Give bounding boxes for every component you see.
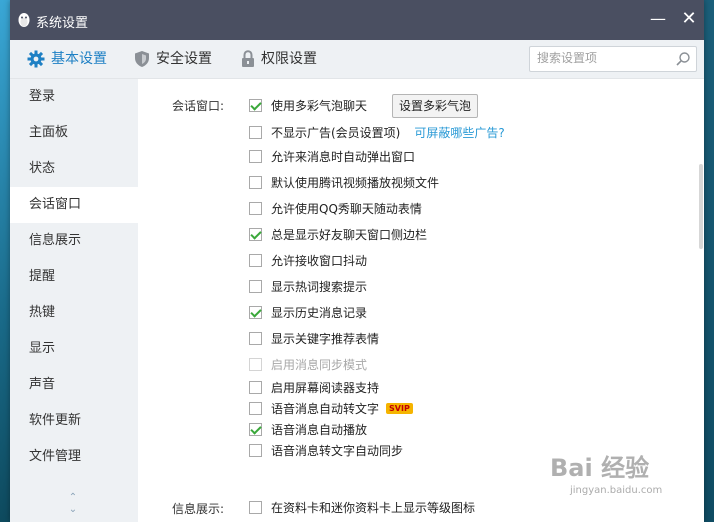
sidebar-item-info-display[interactable]: 信息展示 <box>10 223 138 259</box>
option-row: 使用多彩气泡聊天 <box>249 95 367 115</box>
checkbox[interactable] <box>249 227 262 241</box>
chevron-up-icon[interactable]: ⌃ <box>66 492 80 504</box>
checkbox <box>249 357 262 371</box>
option-label: 显示关键字推荐表情 <box>271 331 380 346</box>
section-label-info-display: 信息展示: <box>172 502 225 516</box>
option-label: 语音消息转文字自动同步 <box>271 443 404 458</box>
sidebar-item-hotkeys[interactable]: 热键 <box>10 295 138 331</box>
option-label: 显示历史消息记录 <box>271 305 368 320</box>
checkbox[interactable] <box>249 125 262 139</box>
sidebar-item-main-panel[interactable]: 主面板 <box>10 115 138 151</box>
option-row: 允许来消息时自动弹出窗口 <box>249 146 415 166</box>
option-label: 默认使用腾讯视频播放视频文件 <box>271 175 440 190</box>
option-label: 显示热词搜索提示 <box>271 279 368 294</box>
option-label: 在资料卡和迷你资料卡上显示等级图标 <box>271 500 476 515</box>
sidebar: 登录 主面板 状态 会话窗口 信息展示 提醒 热键 显示 声音 软件更新 文件管… <box>10 79 138 522</box>
qq-penguin-icon <box>18 13 30 27</box>
option-row: 显示热词搜索提示 <box>249 276 367 296</box>
lock-icon <box>242 50 254 67</box>
tab-label: 基本设置 <box>51 51 107 67</box>
option-label: 不显示广告(会员设置项) <box>271 125 401 140</box>
title-bar: 系统设置 — ✕ <box>10 0 704 40</box>
option-label: 启用消息同步模式 <box>271 357 368 372</box>
option-row: 启用消息同步模式 <box>249 354 367 374</box>
option-label: 语音消息自动播放 <box>271 422 368 437</box>
search-input[interactable] <box>530 47 673 69</box>
close-icon: ✕ <box>681 8 697 29</box>
option-row: 语音消息自动转文字 SVIP <box>249 398 413 418</box>
checkbox[interactable] <box>249 98 262 112</box>
checkbox[interactable] <box>249 253 262 267</box>
svip-badge: SVIP <box>386 402 413 414</box>
section-label-chat-window: 会话窗口: <box>172 99 225 113</box>
option-row: 语音消息自动播放 <box>249 419 367 439</box>
shield-icon <box>135 51 149 67</box>
sidebar-item-login[interactable]: 登录 <box>10 79 138 115</box>
watermark-logo: Bai 经验 <box>550 454 650 482</box>
tab-label: 权限设置 <box>261 51 317 67</box>
desktop-background-right <box>704 0 714 522</box>
blockable-ads-link[interactable]: 可屏蔽哪些广告? <box>414 124 504 141</box>
checkbox[interactable] <box>249 422 262 436</box>
option-label: 语音消息自动转文字 <box>271 401 380 416</box>
checkbox[interactable] <box>249 149 262 163</box>
option-row: 默认使用腾讯视频播放视频文件 <box>249 172 439 192</box>
option-row: 在资料卡和迷你资料卡上显示等级图标 <box>249 497 475 517</box>
option-row: 启用屏幕阅读器支持 <box>249 377 379 397</box>
option-row: 语音消息转文字自动同步 <box>249 440 403 460</box>
checkbox[interactable] <box>249 380 262 394</box>
search-box <box>529 46 697 72</box>
sidebar-scroll-arrows[interactable]: ⌃ ⌄ <box>66 492 80 516</box>
chevron-down-icon[interactable]: ⌄ <box>66 504 80 516</box>
tab-bar: 基本设置 安全设置 权限设置 <box>10 40 704 79</box>
checkbox[interactable] <box>249 175 262 189</box>
option-row: 总是显示好友聊天窗口侧边栏 <box>249 224 427 244</box>
settings-window: 系统设置 — ✕ 基本设置 安全设置 权限设置 搜索设置项 登录 主面板 状态 … <box>10 0 704 522</box>
option-row: 允许接收窗口抖动 <box>249 250 367 270</box>
option-label: 允许使用QQ秀聊天随动表情 <box>271 201 422 216</box>
sidebar-item-file-management[interactable]: 文件管理 <box>10 439 138 475</box>
watermark-url: jingyan.baidu.com <box>570 485 663 496</box>
option-label: 允许接收窗口抖动 <box>271 253 368 268</box>
option-label: 启用屏幕阅读器支持 <box>271 380 380 395</box>
tab-basic-settings[interactable]: 基本设置 <box>27 40 107 78</box>
tab-label: 安全设置 <box>156 51 212 67</box>
close-button[interactable]: ✕ <box>680 10 698 28</box>
checkbox[interactable] <box>249 443 262 457</box>
desktop-background-left <box>0 0 10 522</box>
sidebar-item-software-update[interactable]: 软件更新 <box>10 403 138 439</box>
sidebar-item-reminder[interactable]: 提醒 <box>10 259 138 295</box>
sidebar-item-status[interactable]: 状态 <box>10 151 138 187</box>
tab-permission-settings[interactable]: 权限设置 <box>241 40 317 78</box>
checkbox[interactable] <box>249 500 262 514</box>
option-row: 显示历史消息记录 <box>249 302 367 322</box>
sidebar-item-sound[interactable]: 声音 <box>10 367 138 403</box>
checkbox[interactable] <box>249 305 262 319</box>
tab-security-settings[interactable]: 安全设置 <box>134 40 212 78</box>
minimize-icon: — <box>650 9 666 28</box>
option-row: 允许使用QQ秀聊天随动表情 <box>249 198 422 218</box>
checkbox[interactable] <box>249 201 262 215</box>
window-title: 系统设置 <box>36 16 89 31</box>
checkbox[interactable] <box>249 279 262 293</box>
search-icon[interactable] <box>675 51 691 67</box>
set-colorful-bubble-button[interactable]: 设置多彩气泡 <box>392 94 479 118</box>
option-label: 总是显示好友聊天窗口侧边栏 <box>271 227 428 242</box>
option-row: 不显示广告(会员设置项) 可屏蔽哪些广告? <box>249 122 505 142</box>
scrollbar-thumb[interactable] <box>699 164 703 249</box>
gear-icon <box>27 50 45 68</box>
option-label: 允许来消息时自动弹出窗口 <box>271 149 416 164</box>
checkbox[interactable] <box>249 401 262 415</box>
sidebar-item-display[interactable]: 显示 <box>10 331 138 367</box>
minimize-button[interactable]: — <box>650 10 666 28</box>
option-row: 显示关键字推荐表情 <box>249 328 379 348</box>
sidebar-item-chat-window[interactable]: 会话窗口 <box>10 187 138 223</box>
option-label: 使用多彩气泡聊天 <box>271 98 368 113</box>
checkbox[interactable] <box>249 331 262 345</box>
